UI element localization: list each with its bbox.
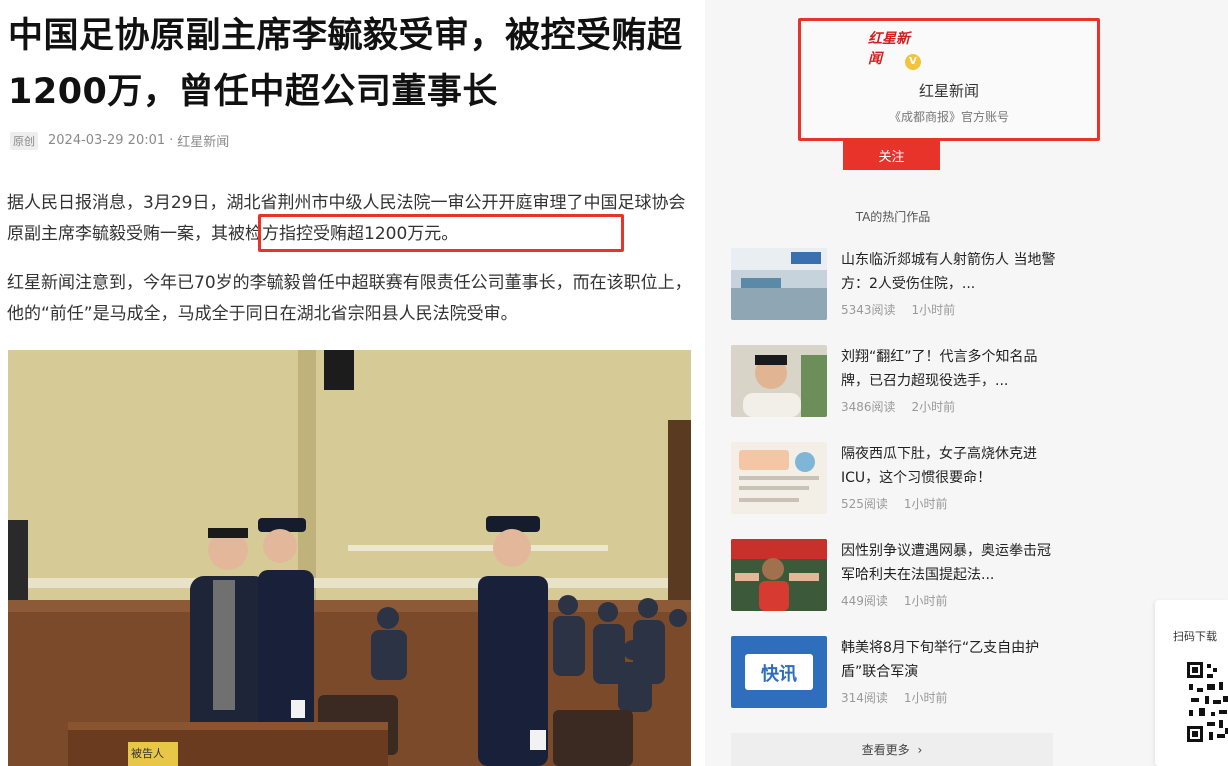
article-paragraph-2: 红星新闻注意到，今年已70岁的李毓毅曾任中超联赛有限责任公司董事长，而在该职位上… xyxy=(7,273,692,324)
list-item[interactable]: 因性别争议遭遇网暴，奥运拳击冠军哈利夫在法国提起法... 449阅读 1小时前 xyxy=(731,539,1061,613)
courtroom-photo: 被告人 xyxy=(8,350,691,766)
qr-download-card[interactable]: 扫码下载 xyxy=(1155,600,1228,766)
news-meta: 314阅读 1小时前 xyxy=(841,689,948,706)
highlight-annotation xyxy=(258,214,624,252)
news-meta: 525阅读 1小时前 xyxy=(841,495,948,512)
author-description: 《成都商报》官方账号 xyxy=(888,110,1009,124)
meta-separator: · xyxy=(169,133,174,148)
news-title[interactable]: 韩美将8月下旬举行“乙支自由护盾”联合军演 xyxy=(841,636,1056,684)
hot-works-heading: TA的热门作品 xyxy=(855,210,931,224)
read-count: 525阅读 xyxy=(841,497,888,511)
see-more-label: 查看更多 xyxy=(861,743,910,757)
flash-label: 快讯 xyxy=(761,664,797,685)
publish-datetime: 2024-03-29 20:01 xyxy=(48,133,166,148)
read-count: 3486阅读 xyxy=(841,400,896,414)
source-link[interactable]: 红星新闻 xyxy=(177,131,229,150)
see-more-button[interactable]: 查看更多 › xyxy=(731,733,1053,766)
list-item[interactable]: 隔夜西瓜下肚，女子高烧休克进ICU，这个习惯很要命！ 525阅读 1小时前 xyxy=(731,442,1061,516)
verified-badge-icon: V xyxy=(905,54,921,70)
post-time: 2小时前 xyxy=(911,400,956,414)
list-item[interactable]: 山东临沂郯城有人射箭伤人 当地警方：2人受伤住院，... 5343阅读 1小时前 xyxy=(731,248,1061,322)
qr-code-icon xyxy=(1185,660,1228,746)
article-title: 中国足协原副主席李毓毅受审，被控受贿超1200万，曾任中超公司董事长 xyxy=(8,16,683,112)
list-item[interactable]: 快讯 韩美将8月下旬举行“乙支自由护盾”联合军演 314阅读 1小时前 xyxy=(731,636,1061,710)
post-time: 1小时前 xyxy=(911,303,956,317)
dock-sign: 被告人 xyxy=(131,747,164,760)
news-thumbnail[interactable] xyxy=(731,442,827,514)
news-thumbnail[interactable] xyxy=(731,345,827,417)
read-count: 449阅读 xyxy=(841,594,888,608)
list-item[interactable]: 刘翔“翻红”了！代言多个知名品牌，已召力超现役选手，... 3486阅读 2小时… xyxy=(731,345,1061,419)
chevron-right-icon: › xyxy=(917,743,923,757)
news-meta: 449阅读 1小时前 xyxy=(841,592,948,609)
news-title[interactable]: 刘翔“翻红”了！代言多个知名品牌，已召力超现役选手，... xyxy=(841,345,1056,393)
news-thumbnail[interactable]: 快讯 xyxy=(731,636,827,708)
news-meta: 3486阅读 2小时前 xyxy=(841,398,955,415)
news-meta: 5343阅读 1小时前 xyxy=(841,301,955,318)
courtroom-illustration xyxy=(8,350,691,766)
news-title[interactable]: 山东临沂郯城有人射箭伤人 当地警方：2人受伤住院，... xyxy=(841,248,1056,296)
post-time: 1小时前 xyxy=(903,691,948,705)
news-title[interactable]: 因性别争议遭遇网暴，奥运拳击冠军哈利夫在法国提起法... xyxy=(841,539,1056,587)
read-count: 314阅读 xyxy=(841,691,888,705)
post-time: 1小时前 xyxy=(903,497,948,511)
article-meta: 原创 2024-03-29 20:01 · 红星新闻 xyxy=(10,131,229,150)
qr-label: 扫码下载 xyxy=(1173,630,1217,643)
article: 中国足协原副主席李毓毅受审，被控受贿超1200万，曾任中超公司董事长 原创 20… xyxy=(0,0,705,766)
post-time: 1小时前 xyxy=(903,594,948,608)
author-logo[interactable]: 红星新闻 xyxy=(868,28,920,67)
news-thumbnail[interactable] xyxy=(731,248,827,320)
news-thumbnail[interactable] xyxy=(731,539,827,611)
news-title[interactable]: 隔夜西瓜下肚，女子高烧休克进ICU，这个习惯很要命！ xyxy=(841,442,1056,490)
read-count: 5343阅读 xyxy=(841,303,896,317)
author-name[interactable]: 红星新闻 xyxy=(798,80,1100,101)
original-tag: 原创 xyxy=(10,131,38,150)
follow-button[interactable]: 关注 xyxy=(843,140,940,170)
